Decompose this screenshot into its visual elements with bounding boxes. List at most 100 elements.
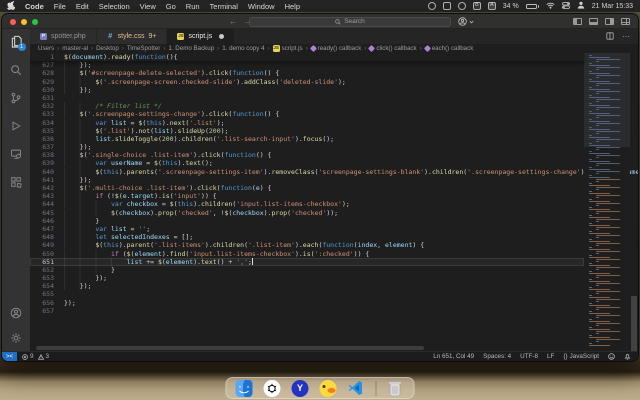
account-menu[interactable] [458, 17, 474, 26]
toggle-secondary-sidebar-icon[interactable] [605, 18, 614, 25]
code-line-656[interactable]: 656}); [30, 299, 584, 307]
breadcrumb-item[interactable]: 1. demo copy 4 [222, 45, 264, 52]
code-line-657[interactable]: 657 [30, 307, 584, 315]
code-line-650[interactable]: 650 if ($(element).find('input.list-item… [30, 249, 584, 258]
code-area[interactable]: 1 $(document).ready(function(){ 627 }); 62… [30, 53, 638, 351]
command-center-search[interactable]: Search [249, 16, 451, 27]
code-line-639[interactable]: 639 var userName = $(this).text(); [30, 159, 584, 168]
code-line-652[interactable]: 652 } [30, 265, 584, 274]
toggle-primary-sidebar-icon[interactable] [573, 18, 582, 25]
menubar-app-badge-b[interactable]: B [472, 2, 481, 10]
breadcrumb-item[interactable]: 1. Demo Backup [168, 45, 214, 52]
notifications-bell-icon[interactable] [624, 353, 631, 360]
code-line-644[interactable]: 644 var checkbox = $(this).children('inp… [30, 200, 584, 209]
horizontal-scrollbar-thumb[interactable] [36, 346, 424, 350]
menu-item-window[interactable]: Window [248, 2, 275, 11]
code-line-628[interactable]: 628 $('#screenpage-delete-selected').cli… [30, 69, 584, 78]
breadcrumb-item[interactable]: Users [38, 45, 54, 52]
dock-vscode-icon[interactable] [348, 380, 365, 397]
breadcrumb-item[interactable]: each() callback [423, 44, 473, 53]
code-line-634[interactable]: 634 var list = $(this).next('.list'); [30, 118, 584, 127]
source-control-icon[interactable] [9, 90, 24, 105]
tab-script.js[interactable]: JS script.js [167, 29, 236, 44]
code-line-649[interactable]: 649 $(this).parent('.list-items').childr… [30, 241, 584, 250]
dock-finder-icon[interactable] [235, 379, 253, 397]
menu-item-view[interactable]: View [140, 2, 156, 11]
battery-icon[interactable] [525, 3, 539, 9]
code-line-645[interactable]: 645 $(checkbox).prop('checked', !$(check… [30, 208, 584, 217]
code-line-633[interactable]: 633 $('.screenpage-settings-change').cli… [30, 110, 584, 119]
minimap[interactable] [584, 53, 630, 351]
code-line-636[interactable]: 636 list.slideToggle(200).children('.lis… [30, 134, 584, 143]
settings-gear-icon[interactable] [9, 330, 24, 345]
toggle-panel-icon[interactable] [589, 18, 598, 25]
vertical-scrollbar[interactable] [630, 53, 638, 351]
user-switch-icon[interactable] [577, 1, 585, 11]
problems-indicator[interactable]: 9 3 [22, 353, 49, 360]
split-editor-icon[interactable] [606, 31, 614, 42]
language-mode[interactable]: {} JavaScript [563, 353, 599, 360]
cursor-position[interactable]: Ln 651, Col 49 [433, 353, 474, 360]
code-line-646[interactable]: 646 } [30, 216, 584, 225]
breadcrumb-item[interactable]: master-al [62, 45, 88, 52]
code-line-627[interactable]: 627 }); [30, 61, 584, 70]
extensions-icon[interactable] [9, 174, 24, 189]
encoding-setting[interactable]: UTF-8 [520, 353, 538, 360]
menu-item-help[interactable]: Help [285, 2, 300, 11]
dock-chatgpt-icon[interactable] [263, 379, 281, 397]
input-source-badge[interactable]: A [487, 2, 496, 10]
breadcrumb-item[interactable]: JS script.js [272, 45, 303, 52]
breadcrumb-item[interactable]: Desktop [96, 45, 119, 52]
apple-menu-icon[interactable] [7, 0, 16, 12]
sticky-line[interactable]: 1 $(document).ready(function(){ [30, 53, 177, 61]
indentation-setting[interactable]: Spaces: 4 [483, 353, 511, 360]
code-line-637[interactable]: 637 }); [30, 143, 584, 152]
accounts-icon[interactable] [9, 305, 24, 320]
code-line-629[interactable]: 629 $('.screenpage-screen.checked-slide'… [30, 77, 584, 86]
explorer-icon[interactable]: 1 [9, 34, 26, 51]
code-line-651[interactable]: 651 list += $(element).text() + ','; [30, 257, 584, 266]
menu-item-selection[interactable]: Selection [99, 2, 130, 11]
navigate-back-icon[interactable]: ← [229, 17, 237, 26]
menu-item-edit[interactable]: Edit [76, 2, 89, 11]
code-line-643[interactable]: 643 if (!$(e.target).is('input')) { [30, 192, 584, 201]
control-center-icon[interactable] [561, 1, 570, 11]
code-line-632[interactable]: 632 /* Filter list */ [30, 102, 584, 111]
more-actions-icon[interactable]: ··· [622, 32, 630, 41]
vertical-scrollbar-thumb[interactable] [631, 296, 637, 351]
menu-item-code[interactable]: Code [25, 2, 44, 11]
menu-item-go[interactable]: Go [166, 2, 176, 11]
code-line-647[interactable]: 647 var list = ''; [30, 224, 584, 233]
dock-yandex-icon[interactable]: Y [291, 379, 309, 397]
menu-bar-clock[interactable]: 21 Mar 15:33 [592, 3, 633, 10]
code-line-630[interactable]: 630 }); [30, 85, 584, 94]
wifi-icon[interactable] [546, 2, 555, 11]
code-editor[interactable]: 1 $(document).ready(function(){ 627 }); 62… [30, 53, 638, 351]
code-line-635[interactable]: 635 $('.list').not(list).slideUp(200); [30, 126, 584, 135]
feedback-icon[interactable] [608, 353, 615, 360]
code-line-648[interactable]: 648 let selectedIndexes = []; [30, 233, 584, 242]
sticky-scroll-line[interactable]: 1 $(document).ready(function(){ [30, 53, 584, 62]
breadcrumb-item[interactable]: TimeSpotter [127, 45, 160, 52]
dock-trash-icon[interactable] [388, 380, 405, 397]
search-icon[interactable] [9, 62, 24, 77]
breadcrumb-item[interactable]: click() callback [368, 44, 417, 53]
close-window-button[interactable] [10, 18, 16, 25]
remote-indicator[interactable]: >< [2, 352, 18, 361]
eol-setting[interactable]: LF [547, 353, 554, 360]
code-line-653[interactable]: 653 }); [30, 274, 584, 283]
tab-spotter.php[interactable]: Pspotter.php [30, 29, 97, 44]
zoom-window-button[interactable] [32, 18, 38, 25]
dock-duck-icon[interactable] [319, 379, 337, 397]
remote-explorer-icon[interactable] [9, 146, 24, 161]
run-debug-icon[interactable] [9, 118, 24, 133]
code-line-631[interactable]: 631 [30, 94, 584, 102]
window-titlebar[interactable]: ← → Search [2, 14, 638, 29]
menubar-app-icon-1[interactable] [427, 2, 436, 10]
minimize-window-button[interactable] [21, 18, 27, 25]
code-line-655[interactable]: 655 [30, 290, 584, 298]
menu-item-run[interactable]: Run [186, 2, 200, 11]
code-line-642[interactable]: 642 $('.multi-choice .list-item').click(… [30, 184, 584, 192]
customize-layout-icon[interactable] [621, 18, 630, 25]
unsaved-changes-dot[interactable] [219, 34, 225, 39]
